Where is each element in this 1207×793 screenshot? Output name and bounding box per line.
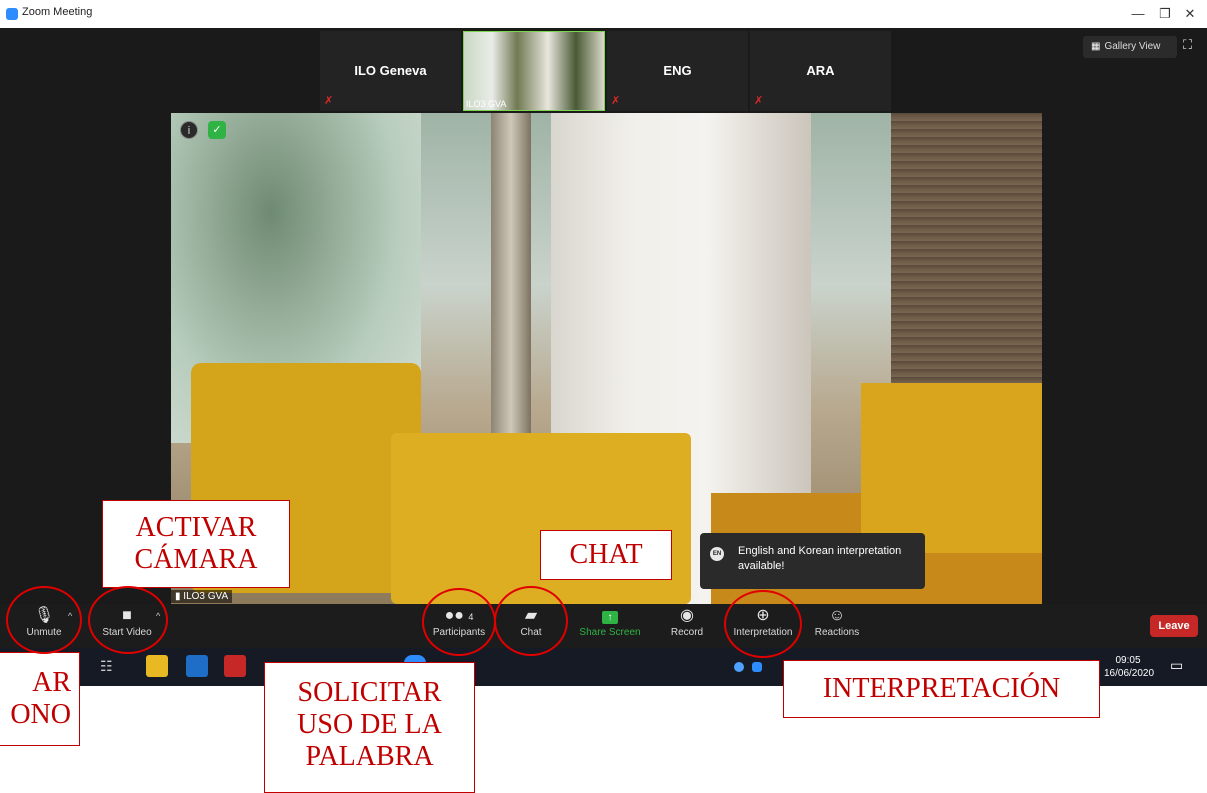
- shield-icon[interactable]: ✓: [208, 121, 226, 139]
- share-screen-button[interactable]: ↑ Share Screen: [576, 604, 644, 648]
- record-icon: ◉: [680, 607, 694, 624]
- tile-name: ARA: [806, 63, 835, 78]
- highlight-circle-chat: [494, 586, 568, 656]
- restore-button[interactable]: ❐: [1155, 6, 1175, 22]
- grid-icon: ▦: [1091, 41, 1101, 52]
- outlook-icon[interactable]: [186, 655, 208, 677]
- speaker-label: ILO3 GVA: [183, 591, 229, 602]
- gallery-view-button[interactable]: ▦ Gallery View: [1083, 36, 1177, 58]
- video-scene-blinds: [891, 113, 1042, 413]
- smiley-icon: ☺: [828, 607, 846, 624]
- annotation-microfono: AR ONO: [0, 652, 80, 746]
- annotation-solicitar-palabra: SOLICITAR USO DE LA PALABRA: [264, 662, 475, 793]
- video-tile-eng[interactable]: ENG ✗: [607, 31, 748, 111]
- annotation-line: ONO: [10, 699, 71, 730]
- annotation-chat: CHAT: [540, 530, 672, 580]
- video-tile-ara[interactable]: ARA ✗: [750, 31, 891, 111]
- tray-zoom-icon[interactable]: [752, 662, 762, 672]
- annotation-interpretacion: INTERPRETACIÓN: [783, 660, 1100, 718]
- highlight-circle-interpretation: [724, 590, 802, 658]
- annotation-line: CÁMARA: [134, 544, 258, 575]
- annotation-line: CHAT: [569, 539, 643, 570]
- record-label: Record: [670, 627, 704, 638]
- fullscreen-icon[interactable]: ⛶: [1183, 37, 1192, 53]
- annotation-line: ACTIVAR: [135, 512, 257, 543]
- annotation-line: SOLICITAR: [297, 677, 442, 708]
- clock-time: 09:05: [1115, 655, 1141, 666]
- muted-mic-icon: ✗: [611, 95, 621, 107]
- info-icon[interactable]: i: [180, 121, 198, 139]
- tile-name: ENG: [663, 63, 692, 78]
- clock-date: 16/06/2020: [1104, 668, 1155, 679]
- highlight-circle-start-video: [88, 586, 168, 654]
- signal-icon: ▮: [175, 591, 181, 602]
- acrobat-icon[interactable]: [224, 655, 246, 677]
- annotation-activar-camara: ACTIVAR CÁMARA: [102, 500, 290, 588]
- muted-mic-icon: ✗: [324, 95, 334, 107]
- action-center-icon[interactable]: ▭: [1170, 657, 1183, 674]
- annotation-line: USO DE LA: [297, 709, 442, 740]
- gallery-view-label: Gallery View: [1104, 41, 1161, 52]
- language-badge-icon: EN: [710, 547, 724, 561]
- notification-text: English and Korean interpretation availa…: [738, 545, 902, 572]
- highlight-circle-participants: [422, 588, 496, 656]
- video-tile-ilo-geneva[interactable]: ILO Geneva ✗: [320, 31, 461, 111]
- annotation-line: PALABRA: [305, 741, 434, 772]
- task-view-icon[interactable]: ☷: [100, 658, 113, 675]
- tile-name: ILO Geneva: [354, 63, 427, 78]
- tray-chrome-icon[interactable]: [734, 662, 744, 672]
- share-screen-icon: ↑: [576, 604, 644, 626]
- zoom-app-icon: [6, 8, 18, 20]
- tile-name: ILO3 GVA: [466, 99, 507, 109]
- share-screen-label: Share Screen: [579, 627, 641, 638]
- taskbar-clock[interactable]: 09:05 16/06/2020: [1104, 654, 1155, 680]
- reactions-button[interactable]: ☺ Reactions: [812, 604, 862, 648]
- video-scene-chair: [861, 383, 1042, 553]
- record-button[interactable]: ◉ Record: [664, 604, 710, 648]
- active-speaker-name: ▮ ILO3 GVA: [171, 590, 233, 603]
- video-tile-ilo3-gva[interactable]: ILO3 GVA: [463, 31, 605, 111]
- window-title: Zoom Meeting: [22, 6, 93, 18]
- close-button[interactable]: ✕: [1180, 6, 1200, 22]
- muted-mic-icon: ✗: [754, 95, 764, 107]
- annotation-line: INTERPRETACIÓN: [822, 673, 1061, 704]
- minimize-button[interactable]: —: [1128, 6, 1148, 22]
- leave-button[interactable]: Leave: [1150, 615, 1198, 637]
- reactions-label: Reactions: [814, 627, 860, 638]
- file-explorer-icon[interactable]: [146, 655, 168, 677]
- highlight-circle-unmute: [6, 586, 82, 654]
- title-bar: [0, 0, 1207, 28]
- annotation-line: AR: [32, 667, 71, 698]
